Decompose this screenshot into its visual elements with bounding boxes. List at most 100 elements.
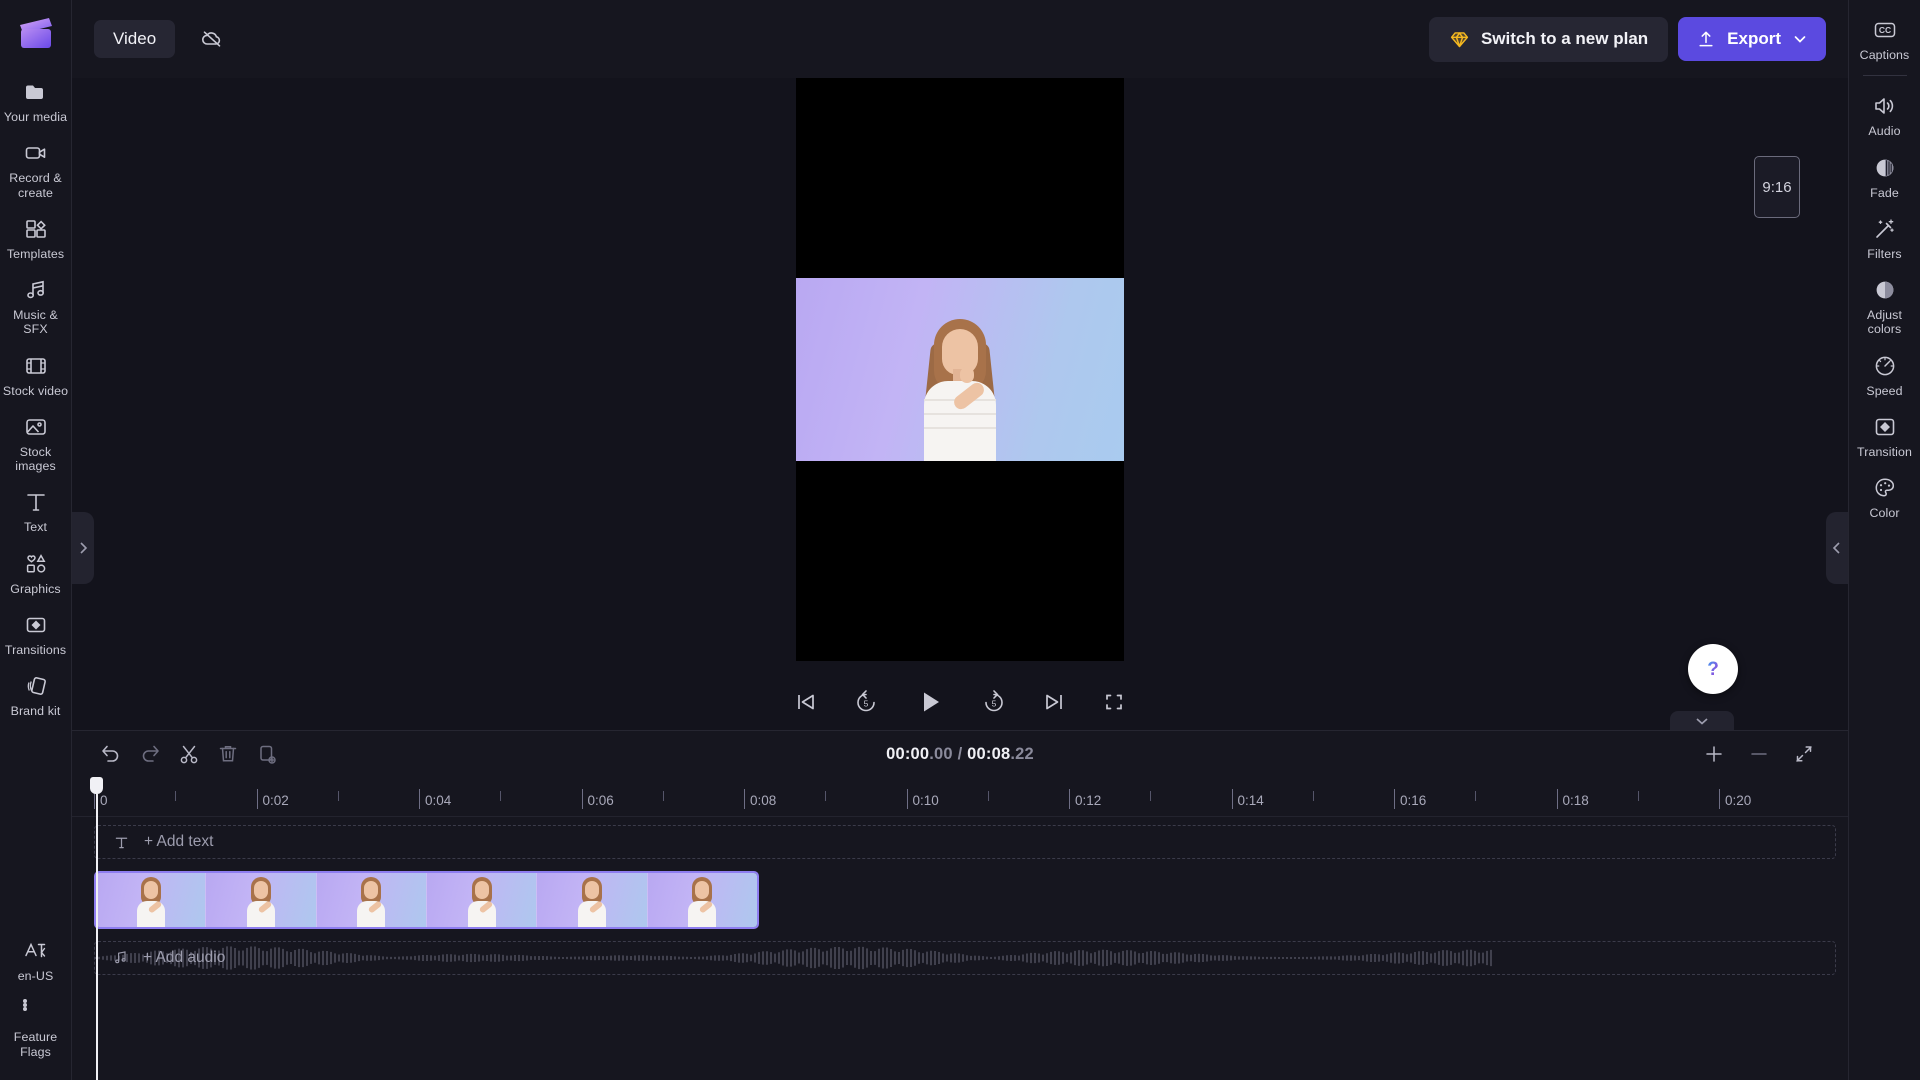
sidebar-item-language[interactable]: en-US <box>0 929 72 990</box>
ruler-tick-major <box>906 789 908 809</box>
ruler-tick-major <box>1556 789 1558 809</box>
sidebar-item-color[interactable]: Color <box>1849 466 1920 527</box>
folder-icon <box>23 79 49 105</box>
timecode-display: 00:00.00 / 00:08.22 <box>886 745 1034 764</box>
sidebar-item-filters[interactable]: Filters <box>1849 207 1920 268</box>
sidebar-item-adjust-colors[interactable]: Adjust colors <box>1849 268 1920 344</box>
current-frames: .00 <box>929 744 953 763</box>
sidebar-item-templates[interactable]: Templates <box>0 207 72 268</box>
ruler-label: 0:18 <box>1562 793 1589 808</box>
sidebar-item-label: Transition <box>1857 444 1912 459</box>
brand-kit-icon <box>23 673 49 699</box>
language-icon <box>23 938 49 964</box>
switch-plan-button[interactable]: Switch to a new plan <box>1428 16 1669 62</box>
sidebar-item-record-create[interactable]: Record & create <box>0 131 72 207</box>
sidebar-item-transition[interactable]: Transition <box>1849 405 1920 466</box>
zoom-out-button[interactable] <box>1742 737 1776 771</box>
delete-button[interactable] <box>211 737 245 771</box>
help-button[interactable]: ? <box>1688 644 1738 694</box>
video-clip[interactable] <box>94 871 759 929</box>
sidebar-item-label: Speed <box>1866 383 1903 398</box>
aspect-ratio-badge[interactable]: 9:16 <box>1754 156 1800 218</box>
sidebar-item-stock-video[interactable]: Stock video <box>0 344 72 405</box>
sidebar-item-audio[interactable]: Audio <box>1849 84 1920 145</box>
ruler-tick-minor <box>825 791 827 801</box>
sidebar-item-speed[interactable]: Speed <box>1849 344 1920 405</box>
sidebar-item-label: Color <box>1869 506 1900 521</box>
camera-icon <box>23 140 49 166</box>
ruler-tick-major <box>1069 789 1070 809</box>
skip-end-icon[interactable] <box>1039 687 1069 717</box>
add-audio-label: + Add audio <box>143 949 226 966</box>
add-text-track[interactable]: + Add text <box>94 825 1836 859</box>
redo-button[interactable] <box>133 737 167 771</box>
palette-icon <box>1872 475 1898 501</box>
sidebar-item-label: Adjust colors <box>1866 308 1903 337</box>
sidebar-item-music-sfx[interactable]: Music & SFX <box>0 268 72 344</box>
chevron-right-icon <box>80 542 88 554</box>
editor-main: Video Switch to a new plan Export 9:16 5… <box>72 0 1848 1080</box>
text-t-icon <box>23 489 49 515</box>
timecode-separator: / <box>952 744 968 763</box>
film-strip-icon <box>23 353 49 379</box>
tab-video[interactable]: Video <box>94 20 176 58</box>
fade-circle-icon <box>1872 155 1898 181</box>
left-sidebar-bottom: en-US Feature Flags <box>0 929 71 1080</box>
ruler-tick-minor <box>500 791 502 801</box>
collapse-timeline-button[interactable] <box>1670 711 1734 731</box>
fullscreen-icon[interactable] <box>1099 687 1129 717</box>
ruler-label: 0:12 <box>1075 793 1102 808</box>
text-track-row: + Add text <box>94 825 1836 859</box>
skip-start-icon[interactable] <box>791 687 821 717</box>
fit-screen-button[interactable] <box>1787 737 1821 771</box>
preview-subject <box>900 311 1020 461</box>
sidebar-item-graphics[interactable]: Graphics <box>0 542 72 603</box>
sidebar-item-label: Feature Flags <box>13 1030 58 1059</box>
ruler-tick-major <box>1231 789 1233 809</box>
image-icon <box>23 414 49 440</box>
left-sidebar: Your media Record & create Templates Mus… <box>0 0 72 1080</box>
undo-button[interactable] <box>94 737 128 771</box>
sidebar-item-label: Captions <box>1859 48 1910 62</box>
top-toolbar: Video Switch to a new plan Export <box>72 0 1848 78</box>
add-audio-track[interactable]: + Add audio <box>94 941 1836 975</box>
timeline-ruler[interactable]: 0 0:02 0:04 0:06 0:08 0:10 0:12 0:14 0:16 0:18 0:2… <box>72 777 1848 817</box>
sidebar-item-label: Transitions <box>4 642 67 657</box>
ruler-label: 0:10 <box>912 793 939 808</box>
sidebar-item-brand-kit[interactable]: Brand kit <box>0 664 72 725</box>
video-editor-app: Your media Record & create Templates Mus… <box>0 0 1920 1080</box>
duplicate-button[interactable] <box>250 737 284 771</box>
collapse-left-panel-handle[interactable] <box>72 512 94 584</box>
cloud-offline-icon[interactable] <box>195 22 229 56</box>
ruler-tick-minor <box>1637 791 1639 801</box>
rewind-5-icon[interactable]: 5 <box>851 687 881 717</box>
ruler-label: 0:06 <box>587 793 614 808</box>
zoom-in-button[interactable] <box>1697 737 1731 771</box>
speedometer-icon <box>1872 353 1898 379</box>
play-icon[interactable] <box>911 683 949 721</box>
current-time: 00:00 <box>886 744 930 763</box>
split-button[interactable] <box>172 737 206 771</box>
clipchamp-logo[interactable] <box>17 14 55 52</box>
preview-video-frame <box>796 278 1124 461</box>
sidebar-item-feature-flags[interactable]: Feature Flags <box>0 990 72 1066</box>
sidebar-item-stock-images[interactable]: Stock images <box>0 405 72 481</box>
forward-5-icon[interactable]: 5 <box>979 687 1009 717</box>
sidebar-item-transitions[interactable]: Transitions <box>0 603 72 664</box>
sidebar-divider <box>1862 75 1907 77</box>
timeline-playhead[interactable] <box>90 777 103 1080</box>
export-button[interactable]: Export <box>1678 17 1826 61</box>
sidebar-item-your-media[interactable]: Your media <box>0 70 72 131</box>
preview-canvas[interactable] <box>796 78 1124 661</box>
sidebar-item-captions[interactable]: CC Captions <box>1849 8 1920 69</box>
playback-controls: 5 5 <box>791 683 1129 721</box>
ruler-tick-minor <box>987 791 989 801</box>
sidebar-item-text[interactable]: Text <box>0 480 72 541</box>
timeline-tracks: + Add text + Add audio <box>72 817 1848 1080</box>
left-sidebar-items: Your media Record & create Templates Mus… <box>0 70 71 725</box>
chevron-left-icon <box>1832 542 1840 554</box>
collapse-right-panel-handle[interactable] <box>1826 512 1848 584</box>
sidebar-item-label: en-US <box>17 969 54 984</box>
sidebar-item-label: Audio <box>1868 124 1901 139</box>
sidebar-item-fade[interactable]: Fade <box>1849 146 1920 207</box>
